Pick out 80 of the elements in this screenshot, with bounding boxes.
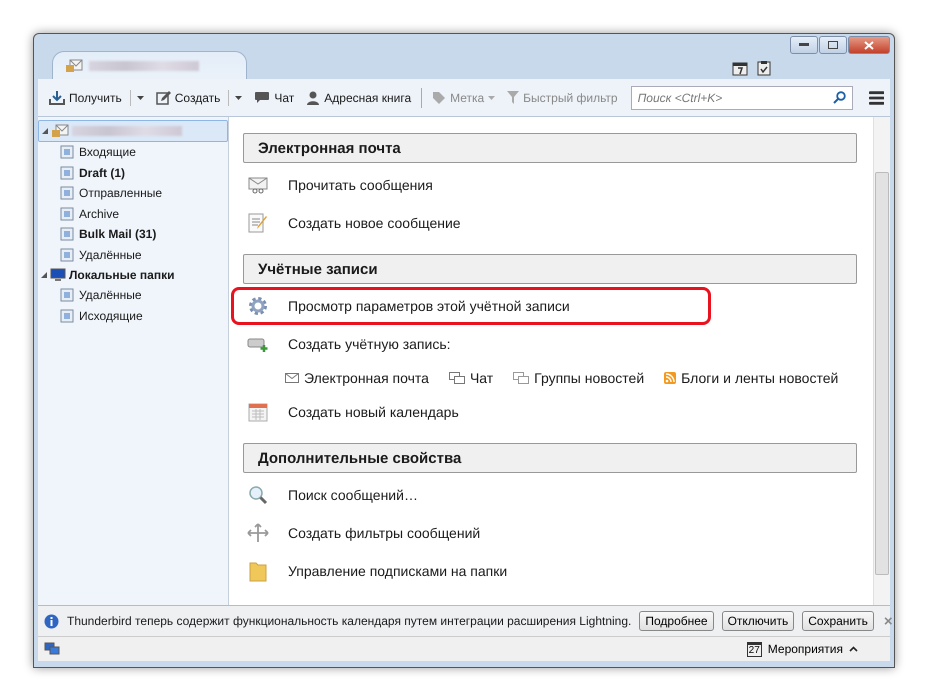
toolbar-button[interactable]: Адресная книга (301, 88, 416, 106)
envelope-glasses-icon (246, 176, 270, 194)
rss-icon (664, 372, 676, 384)
notification-text: Thunderbird теперь содержит функциональность календаря путем интеграции расширения Lightning. (67, 614, 632, 628)
speech-bubble-icon (254, 91, 270, 104)
section-header: Электронная почта (243, 133, 857, 163)
account-type-link[interactable]: Электронная почта (285, 370, 429, 386)
folder-icon (60, 145, 74, 160)
minimize-icon (799, 43, 809, 47)
search-icon (832, 90, 846, 104)
minimize-button[interactable] (790, 36, 818, 54)
task-clipboard-icon[interactable] (756, 60, 772, 76)
maximize-icon (828, 41, 838, 49)
account-type-link[interactable]: Группы новостей (513, 370, 644, 386)
action-link[interactable]: Управление подписками на папки (288, 563, 508, 579)
notification-button[interactable]: Сохранить (802, 611, 874, 631)
computer-icon (50, 268, 66, 282)
maximize-button[interactable] (819, 36, 847, 54)
close-button[interactable] (848, 36, 890, 54)
folder-icon (60, 227, 74, 242)
account-type-link[interactable]: Блоги и ленты новостей (664, 370, 838, 386)
action-link[interactable]: Поиск сообщений… (288, 487, 418, 503)
folder-tree-item[interactable]: Исходящие (38, 306, 228, 326)
pencil-icon (156, 90, 171, 104)
scrollbar[interactable] (873, 117, 890, 605)
action-link[interactable]: Создать учётную запись: (288, 336, 450, 352)
search-field[interactable]: Поиск <Ctrl+K> (630, 86, 853, 110)
folder-tree-item[interactable]: Удалённые (38, 285, 228, 306)
caret-up-icon (849, 646, 858, 652)
folder-icon (60, 186, 74, 200)
action-link[interactable]: Создать новое сообщение (288, 215, 461, 231)
folder-icon (60, 248, 74, 262)
folder-icon (60, 166, 74, 180)
info-icon (44, 614, 59, 628)
section-header: Учётные записи (243, 254, 857, 284)
folder-tree-item[interactable]: Отправленные (38, 183, 228, 204)
account-type-link[interactable]: Чат (448, 370, 494, 386)
network-computers-icon (44, 642, 60, 656)
toolbar-button[interactable]: Создать (150, 88, 248, 108)
folder-icon (60, 206, 74, 221)
envelope-icon (285, 373, 299, 383)
dropdown-caret-icon (136, 96, 144, 100)
expanded-twisty-icon[interactable] (41, 272, 47, 278)
action-link[interactable]: Создать новый календарь (288, 404, 459, 420)
folder-tree-item[interactable]: Локальные папки (38, 265, 228, 285)
tag-icon (432, 90, 446, 104)
folder-tree-item[interactable]: Удалённые (38, 244, 228, 265)
speech-bubbles-icon (448, 372, 465, 384)
calendar-icon[interactable] (732, 60, 748, 76)
folder-tree-item[interactable]: Входящие (38, 142, 228, 162)
calendar-icon (246, 402, 270, 422)
folder-tree-item[interactable]: Bulk Mail (31) (38, 224, 228, 244)
events-button[interactable]: 27 Мероприятия (740, 640, 864, 658)
folder-icon (60, 308, 74, 323)
close-icon (864, 40, 874, 50)
gear-icon (246, 296, 270, 316)
download-icon (49, 90, 65, 104)
folder-tree-item[interactable]: Draft (1) (38, 162, 228, 183)
notepad-pencil-icon (246, 213, 270, 233)
funnel-icon (507, 91, 520, 104)
speech-bubbles-icon (513, 372, 530, 384)
expanded-twisty-icon[interactable] (42, 128, 48, 134)
notification-button[interactable]: Отключить (722, 611, 794, 631)
dropdown-caret-icon (488, 96, 496, 100)
person-icon (306, 90, 320, 104)
dropdown-caret-icon (235, 96, 242, 100)
arrows-icon (246, 523, 270, 543)
calendar-day-icon: 27 (746, 642, 762, 656)
toolbar-button[interactable]: Чат (249, 88, 300, 106)
folder-tree-item[interactable]: Archive (38, 204, 228, 224)
action-link[interactable]: Создать фильтры сообщений (288, 525, 480, 541)
menu-icon[interactable] (868, 90, 884, 104)
toolbar-button[interactable]: Получить (44, 88, 149, 108)
section-header: Дополнительные свойства (243, 443, 857, 473)
envelope-lock-icon (65, 58, 83, 72)
action-link[interactable]: Прочитать сообщения (288, 177, 433, 193)
notification-button[interactable]: Подробнее (639, 611, 714, 631)
folder-icon (60, 288, 74, 302)
action-link[interactable]: Просмотр параметров этой учётной записи (288, 298, 570, 314)
envelope-lock-icon (51, 124, 69, 138)
